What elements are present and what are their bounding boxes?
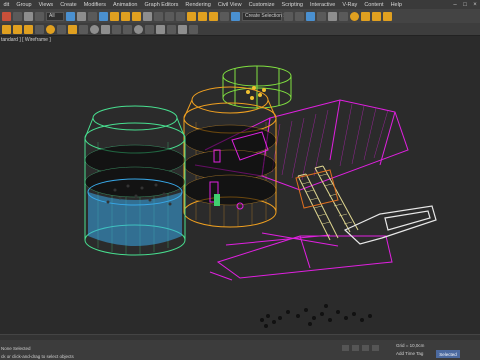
menu-scripting[interactable]: Scripting: [278, 2, 306, 8]
viewport-label[interactable]: tandard ] [ Wireframe ]: [0, 37, 51, 43]
secondary-toolbar: [0, 23, 480, 36]
vray-light-icon[interactable]: [145, 24, 154, 34]
vray-camera-icon[interactable]: [178, 24, 187, 34]
pivot-center-icon[interactable]: [154, 11, 163, 21]
render-setup-icon[interactable]: [361, 11, 370, 21]
vray-sphere-icon[interactable]: [90, 24, 99, 34]
redo-icon[interactable]: [13, 11, 22, 21]
selection-status: None Selected: [1, 346, 31, 351]
selected-button[interactable]: Selected: [436, 350, 460, 358]
unlink-icon[interactable]: [35, 11, 44, 21]
menu-rendering[interactable]: Rendering: [182, 2, 214, 8]
key-mode-icon[interactable]: [372, 345, 379, 351]
light-icon[interactable]: [46, 24, 55, 34]
vray-ies-icon[interactable]: [167, 24, 176, 34]
menu-help[interactable]: Help: [387, 2, 405, 8]
play-icon[interactable]: [342, 345, 349, 351]
wireframe-scene[interactable]: [0, 36, 480, 340]
prompt-line: ck or click-and-drag to select objects: [1, 354, 74, 359]
menu-modifiers[interactable]: Modifiers: [80, 2, 109, 8]
springs: [297, 165, 359, 241]
mirror-icon[interactable]: [284, 11, 293, 21]
curve-editor-icon[interactable]: [328, 11, 337, 21]
menu-dit[interactable]: dit: [0, 2, 13, 8]
spinner-snap-icon[interactable]: [220, 11, 229, 21]
helper-icon[interactable]: [68, 24, 77, 34]
material-editor-icon[interactable]: [350, 11, 359, 21]
keyboard-shortcut-icon[interactable]: [176, 11, 185, 21]
menu-group[interactable]: Group: [13, 2, 35, 8]
select-by-name-icon[interactable]: [77, 11, 86, 21]
prev-frame-icon[interactable]: [352, 345, 359, 351]
rectangular-selection-icon[interactable]: [88, 11, 97, 21]
menu-content[interactable]: Content: [361, 2, 387, 8]
edit-named-selection-icon[interactable]: [231, 11, 240, 21]
white-blade: [343, 205, 437, 245]
vray-fur-icon[interactable]: [112, 24, 121, 34]
perspective-viewport[interactable]: [0, 36, 480, 340]
orange-jar-mesh: [183, 122, 277, 227]
menu-v-ray[interactable]: V-Ray: [339, 2, 361, 8]
black-beads: [260, 304, 372, 328]
playback-controls: [342, 345, 379, 351]
angle-snap-icon[interactable]: [198, 11, 207, 21]
menu-create[interactable]: Create: [57, 2, 81, 8]
menu-customize[interactable]: Customize: [245, 2, 278, 8]
vray-plane-icon[interactable]: [123, 24, 132, 34]
menu-views[interactable]: Views: [35, 2, 57, 8]
select-move-icon[interactable]: [110, 11, 119, 21]
snaps-toggle-icon[interactable]: [187, 11, 196, 21]
render-production-icon[interactable]: [383, 11, 392, 21]
vray-vfb-icon[interactable]: [189, 24, 198, 34]
grid-size: Grid = 10,0cm: [396, 343, 425, 348]
main-toolbar: All Create Selection Se: [0, 9, 480, 23]
status-bar: None Selected ck or click-and-drag to se…: [0, 340, 480, 360]
link-icon[interactable]: [24, 11, 33, 21]
magenta-tool-hatching: [271, 103, 389, 181]
undo-icon[interactable]: [2, 11, 11, 21]
select-scale-icon[interactable]: [132, 11, 141, 21]
close-icon[interactable]: ×: [470, 2, 480, 8]
percent-snap-icon[interactable]: [209, 11, 218, 21]
named-selection-dropdown[interactable]: Create Selection Se: [242, 11, 289, 21]
rendered-frame-window-icon[interactable]: [372, 11, 381, 21]
view-filter-dropdown[interactable]: All: [46, 11, 64, 21]
select-object-icon[interactable]: [66, 11, 75, 21]
schematic-view-icon[interactable]: [339, 11, 348, 21]
window-crossing-icon[interactable]: [99, 11, 108, 21]
layer-explorer-icon[interactable]: [317, 11, 326, 21]
minimize-icon[interactable]: –: [450, 2, 460, 8]
select-manipulate-icon[interactable]: [165, 11, 174, 21]
menu-graph-editors[interactable]: Graph Editors: [141, 2, 182, 8]
scene-explorer-icon[interactable]: [306, 11, 315, 21]
menu-interactive[interactable]: Interactive: [306, 2, 338, 8]
next-frame-icon[interactable]: [362, 345, 369, 351]
spacewarp-icon[interactable]: [79, 24, 88, 34]
vray-dome-icon[interactable]: [156, 24, 165, 34]
reference-coordinate-icon[interactable]: [143, 11, 152, 21]
maximize-icon[interactable]: □: [460, 2, 470, 8]
menu-animation[interactable]: Animation: [110, 2, 141, 8]
add-time-tag[interactable]: Add Time Tag: [396, 351, 423, 356]
modeling-ribbon-icon[interactable]: [2, 24, 11, 34]
camera-icon[interactable]: [57, 24, 66, 34]
selection-ribbon-icon[interactable]: [24, 24, 33, 34]
object-paint-icon[interactable]: [35, 24, 44, 34]
align-icon[interactable]: [295, 11, 304, 21]
menu-civil-view[interactable]: Civil View: [214, 2, 245, 8]
freeform-icon[interactable]: [13, 24, 22, 34]
vray-proxy-icon[interactable]: [101, 24, 110, 34]
vray-sun-icon[interactable]: [134, 24, 143, 34]
select-rotate-icon[interactable]: [121, 11, 130, 21]
